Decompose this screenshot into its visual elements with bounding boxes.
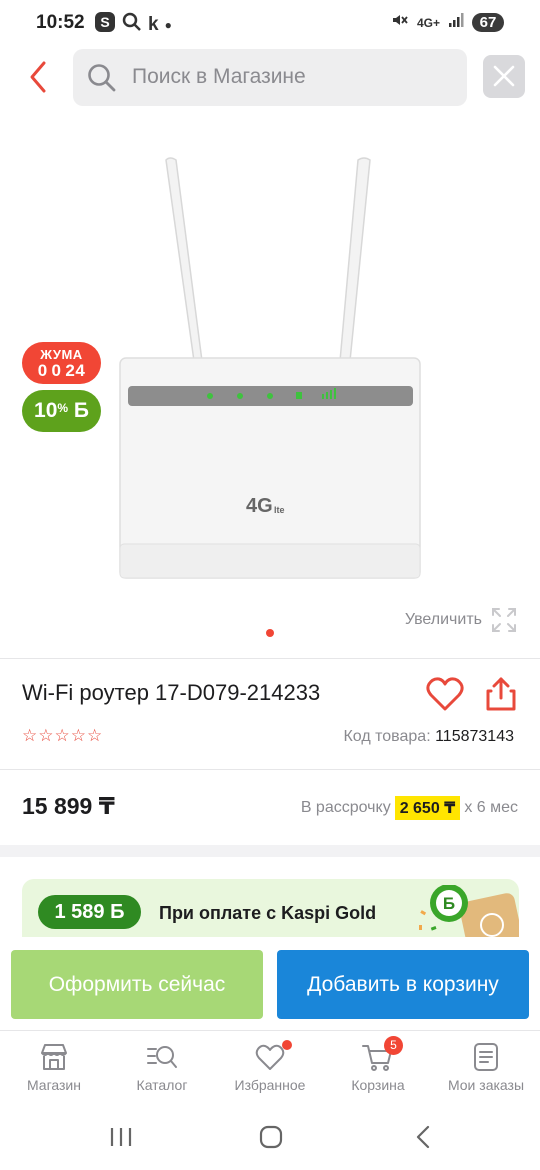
back-icon: [416, 1125, 430, 1149]
buy-now-button[interactable]: Оформить сейчас: [11, 950, 263, 1019]
search-placeholder: Поиск в Магазине: [132, 65, 306, 88]
kaspi-gold-card-icon: Б: [419, 885, 519, 937]
zoom-button[interactable]: Увеличить: [405, 606, 518, 634]
product-code-label: Код товара:: [343, 728, 431, 745]
installment-info[interactable]: В рассрочку 2 650 ₸ х 6 мес: [301, 796, 518, 820]
rating-stars[interactable]: ☆ ☆ ☆ ☆ ☆: [22, 727, 102, 745]
system-navigation-bar: [0, 1110, 540, 1170]
favorite-button[interactable]: [426, 676, 464, 717]
discount-unit: %: [57, 401, 69, 415]
promo-text: При оплате с Kaspi Gold: [159, 903, 377, 923]
router-label: 4G: [246, 495, 273, 517]
catalog-search-icon: [147, 1046, 177, 1068]
product-title: Wi-Fi роутер 17-D079-214233: [22, 680, 321, 705]
chevron-left-icon: [30, 61, 46, 93]
heart-icon: [426, 677, 464, 711]
product-code-value: 115873143: [435, 728, 514, 745]
store-icon: [41, 1044, 67, 1070]
more-notifications-icon: ●: [164, 17, 172, 32]
battery-indicator: 67: [472, 13, 504, 32]
cart-count-badge: 5: [384, 1036, 403, 1055]
nav-label: Избранное: [234, 1077, 306, 1093]
section-separator: [0, 845, 540, 857]
star-icon: ☆: [38, 726, 54, 745]
favorites-dot: [282, 1040, 292, 1050]
nav-label: Корзина: [351, 1077, 405, 1093]
router-label-small: lte: [274, 505, 285, 515]
close-icon: [493, 65, 515, 87]
back-button[interactable]: [24, 60, 56, 94]
product-image: 4G lte: [119, 157, 421, 579]
orders-icon: [474, 1043, 498, 1071]
recent-apps-button[interactable]: [108, 1124, 134, 1155]
mute-icon: [391, 11, 409, 34]
nav-item-cart[interactable]: 5 Корзина: [324, 1031, 432, 1104]
kaspi-gold-promo[interactable]: 1 589 Б При оплате с Kaspi Gold Б: [22, 879, 519, 937]
share-icon: [486, 677, 516, 711]
divider: [0, 769, 540, 770]
divider: [0, 658, 540, 659]
network-type: 4G+: [416, 15, 440, 30]
star-icon: ☆: [54, 726, 70, 745]
signal-icon: [448, 12, 464, 33]
status-time: 10:52: [36, 12, 85, 33]
bonus-pill: 1 589 Б: [38, 895, 141, 929]
badge-day: ЖУМА: [40, 347, 83, 362]
home-button[interactable]: [258, 1124, 284, 1155]
star-icon: ☆: [70, 726, 86, 745]
search-input[interactable]: Поиск в Магазине: [73, 49, 467, 106]
search-status-icon: [122, 12, 142, 37]
nav-label: Каталог: [136, 1077, 188, 1093]
nav-label: Магазин: [26, 1077, 81, 1093]
svg-text:S: S: [100, 14, 109, 30]
bottom-navigation: Магазин Каталог Избранное 5 Корзина Мои …: [0, 1030, 540, 1104]
star-icon: ☆: [22, 726, 38, 745]
installment-label: В рассрочку: [300, 799, 391, 816]
clear-search-button[interactable]: [483, 55, 525, 98]
gallery-page-indicator[interactable]: [266, 629, 274, 637]
share-button[interactable]: [485, 676, 517, 717]
discount-badge: 10% Б: [22, 390, 101, 432]
search-header: Поиск в Магазине: [0, 48, 540, 108]
product-code: Код товара: 115873143: [343, 728, 514, 746]
promo-logo-letter: Б: [443, 894, 455, 913]
s-app-icon: S: [94, 11, 116, 38]
nav-item-favorites[interactable]: Избранное: [216, 1031, 324, 1104]
installment-term: х 6 мес: [464, 799, 518, 816]
nav-item-catalog[interactable]: Каталог: [108, 1031, 216, 1104]
nav-item-store[interactable]: Магазин: [0, 1031, 108, 1104]
product-price: 15 899 ₸: [22, 793, 115, 819]
home-icon: [259, 1125, 283, 1149]
nav-label: Мои заказы: [447, 1077, 525, 1093]
badge-countdown: 0 0 24: [37, 361, 86, 380]
star-icon: ☆: [87, 726, 103, 745]
expand-icon: [492, 608, 516, 632]
nav-item-orders[interactable]: Мои заказы: [432, 1031, 540, 1104]
recent-apps-icon: [110, 1128, 132, 1146]
zoom-label: Увеличить: [404, 611, 482, 628]
countdown-badge: ЖУМА 0 0 24: [22, 342, 101, 384]
add-to-cart-button[interactable]: Добавить в корзину: [277, 950, 529, 1019]
status-bar: 10:52 S k ● 4G+ 67: [0, 0, 540, 46]
k-app-icon: k: [148, 13, 159, 35]
search-icon: [87, 63, 117, 98]
discount-suffix: Б: [73, 399, 89, 422]
system-back-button[interactable]: [410, 1124, 436, 1155]
discount-value: 10: [34, 399, 58, 422]
installment-amount: 2 650 ₸: [394, 796, 461, 820]
product-gallery[interactable]: 4G lte ЖУМА 0 0 24 10% Б Увеличить: [0, 120, 540, 650]
